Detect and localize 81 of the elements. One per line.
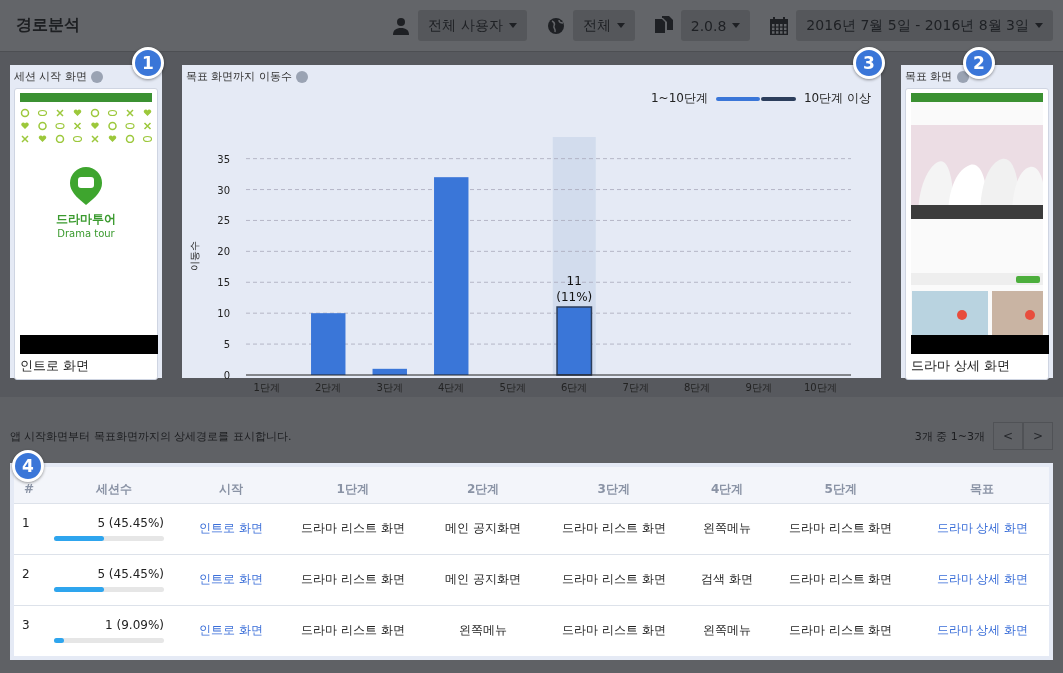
caret-icon [508, 23, 517, 28]
legend-line-icon [715, 96, 796, 101]
panel-title: 목표 화면까지 이동수 [186, 69, 292, 84]
bar-value-label: 11 [566, 274, 582, 288]
x-tick-label: 4단계 [438, 382, 465, 393]
y-tick-label: 25 [217, 215, 230, 227]
table-cell: 드라마 리스트 화면 [277, 554, 428, 605]
table-cell: 왼쪽메뉴 [427, 605, 539, 656]
table-cell: 3 [14, 605, 44, 656]
caret-icon [732, 23, 741, 28]
globe-icon [546, 16, 565, 35]
x-tick-label: 10단계 [803, 382, 837, 393]
table-cell: 1 [14, 503, 44, 554]
x-tick-label: 1단계 [253, 382, 280, 393]
screen-link[interactable]: 인트로 화면 [184, 605, 278, 656]
table-cell: 드라마 리스트 화면 [277, 503, 428, 554]
x-tick-label: 2단계 [315, 382, 342, 393]
screen-link[interactable]: 드라마 상세 화면 [915, 605, 1049, 656]
table-cell: 검색 화면 [688, 554, 766, 605]
column-header: 3단계 [538, 467, 689, 503]
table-cell: 드라마 리스트 화면 [538, 554, 689, 605]
table-cell: 왼쪽메뉴 [688, 503, 766, 554]
x-tick-label: 9단계 [745, 382, 772, 393]
table-cell: 메인 공지화면 [427, 503, 539, 554]
caret-icon [1035, 23, 1043, 28]
y-tick-label: 5 [223, 339, 230, 351]
caret-icon [616, 23, 625, 28]
legend-label: 1~10단계 [650, 90, 708, 107]
column-header: 1단계 [277, 467, 428, 503]
session-count: 5 (45.45%) [96, 567, 164, 581]
table-cell: 메인 공지화면 [427, 554, 539, 605]
table-cell: 드라마 리스트 화면 [538, 605, 689, 656]
x-tick-label: 3단계 [376, 382, 403, 393]
y-tick-label: 20 [217, 246, 230, 258]
table-cell: 드라마 리스트 화면 [538, 503, 689, 554]
page-title: 경로분석 [16, 15, 81, 36]
table-cell: 드라마 리스트 화면 [765, 554, 916, 605]
screen-caption: 인트로 화면 [20, 357, 91, 375]
step-badge: 3 [853, 47, 885, 79]
table-cell: 2 [14, 554, 44, 605]
x-tick-label: 7단계 [622, 382, 649, 393]
files-icon [654, 15, 673, 36]
legend-label: 10단계 이상 [803, 90, 871, 107]
description-text: 앱 시작화면부터 목표화면까지의 상세경로를 표시합니다. [10, 428, 292, 444]
table-cell: 왼쪽메뉴 [688, 605, 766, 656]
column-header: 세션수 [44, 467, 184, 503]
x-tick-label: 8단계 [684, 382, 711, 393]
screen-link[interactable]: 드라마 상세 화면 [915, 503, 1049, 554]
column-header: 목표 [915, 467, 1049, 503]
panel-title: 목표 화면 [905, 69, 953, 84]
column-header: 2단계 [427, 467, 539, 503]
pager-summary: 3개 중 1~3개 [914, 428, 985, 444]
axis-title: 이동수 [189, 241, 200, 271]
y-tick-label: 30 [217, 184, 230, 196]
map-pin-logo-icon [70, 167, 102, 205]
y-tick-label: 10 [217, 308, 230, 320]
bar[interactable] [556, 306, 593, 376]
screen-link[interactable]: 인트로 화면 [184, 554, 278, 605]
user-icon [392, 16, 411, 35]
x-tick-label: 5단계 [499, 382, 526, 393]
y-tick-label: 35 [217, 153, 230, 165]
column-header: 시작 [184, 467, 278, 503]
table-cell: 드라마 리스트 화면 [765, 503, 916, 554]
calendar-icon [770, 16, 789, 35]
table-cell: 드라마 리스트 화면 [277, 605, 428, 656]
bar[interactable] [372, 368, 407, 375]
panel-title: 세션 시작 화면 [14, 69, 87, 84]
app-name-english: Drama tour [57, 228, 115, 239]
screen-link[interactable]: 인트로 화면 [184, 503, 278, 554]
bar-value-label: (11%) [556, 290, 593, 304]
table-cell: 드라마 리스트 화면 [765, 605, 916, 656]
screen-link[interactable]: 드라마 상세 화면 [915, 554, 1049, 605]
session-count: 1 (9.09%) [104, 618, 164, 633]
screen-caption: 드라마 상세 화면 [911, 357, 1012, 375]
step-badge: 1 [132, 47, 164, 79]
y-tick-label: 15 [217, 277, 230, 289]
app-name: 드라마투어 [56, 211, 116, 228]
column-header: 4단계 [688, 467, 766, 503]
x-tick-label: 6단계 [561, 382, 588, 393]
session-count: 5 (45.45%) [96, 516, 164, 530]
column-header: 5단계 [765, 467, 916, 503]
